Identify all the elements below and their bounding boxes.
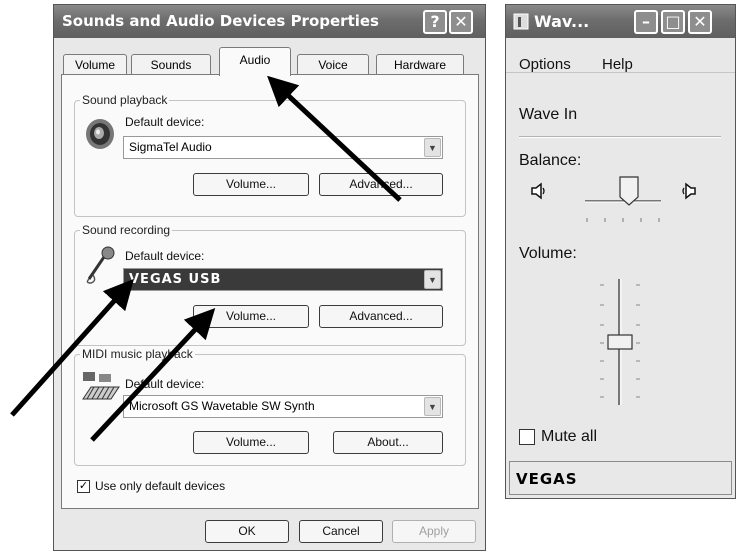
tab-audio[interactable]: Audio: [219, 47, 291, 76]
annotation-arrow: [10, 278, 135, 417]
annotation-overlay: [10, 75, 402, 442]
annotation-arrow: [90, 308, 216, 442]
annotation-arrow: [267, 75, 402, 202]
